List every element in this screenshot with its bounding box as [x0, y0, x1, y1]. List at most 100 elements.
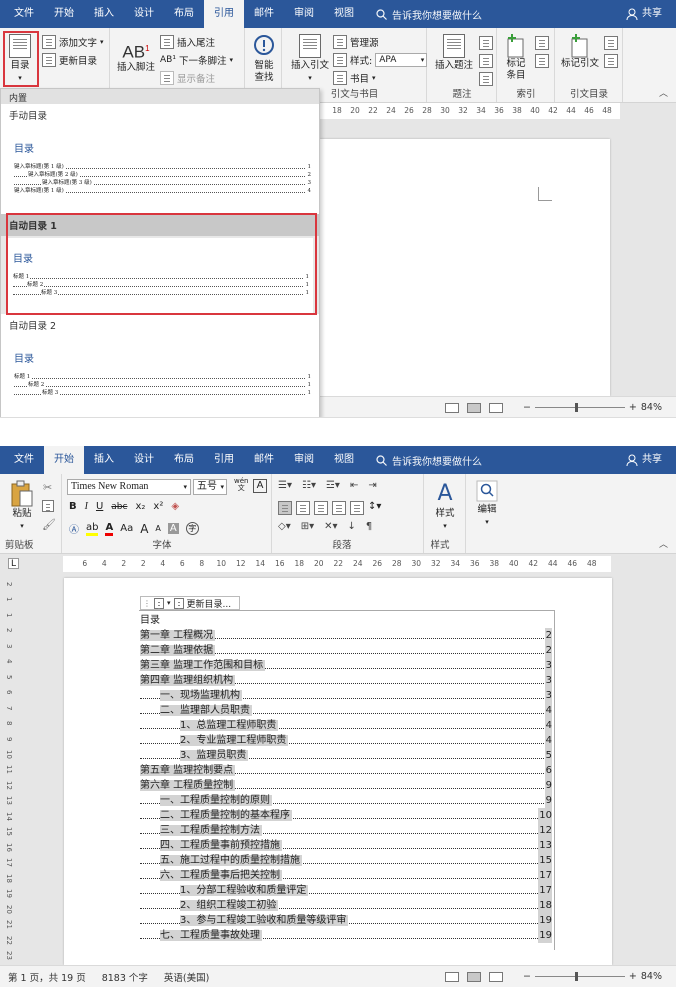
- tab-5[interactable]: 引用: [204, 446, 244, 474]
- zoom-slider[interactable]: [534, 972, 625, 981]
- toc-entry[interactable]: 第四章 监理组织机构 3: [140, 673, 552, 688]
- print-layout-icon[interactable]: [467, 971, 481, 982]
- update-index-icon[interactable]: [535, 54, 549, 68]
- copy-icon[interactable]: [42, 500, 54, 512]
- change-case-button[interactable]: Aa: [120, 523, 133, 534]
- language-indicator[interactable]: 英语(美国): [164, 970, 209, 984]
- web-layout-icon[interactable]: [489, 402, 503, 413]
- toc-entry[interactable]: 2、专业监理工程师职责 4: [140, 733, 552, 748]
- text-effects-icon[interactable]: Ⓐ: [69, 521, 79, 536]
- format-painter-icon[interactable]: 🖌: [42, 518, 56, 531]
- tab-3[interactable]: 设计: [124, 446, 164, 474]
- insert-authorities-icon[interactable]: [604, 36, 618, 50]
- insert-endnote-button[interactable]: 插入尾注: [160, 35, 215, 49]
- tab-7[interactable]: 审阅: [284, 0, 324, 28]
- toc-field-control[interactable]: ⋮ ▾ 更新目录...: [140, 596, 240, 610]
- tab-3[interactable]: 设计: [124, 0, 164, 28]
- borders-icon[interactable]: ⊞▾: [301, 521, 314, 532]
- tab-4[interactable]: 布局: [164, 446, 204, 474]
- toc-entry[interactable]: 七、工程质量事故处理 19: [140, 928, 552, 943]
- zoom-slider-knob[interactable]: [574, 403, 578, 412]
- font-name-select[interactable]: Times New Roman ▾: [67, 479, 191, 495]
- char-shading-icon[interactable]: A: [167, 523, 179, 534]
- tab-selector[interactable]: L: [8, 558, 19, 569]
- zoom-out-button[interactable]: −: [523, 402, 531, 413]
- toc-entry[interactable]: 一、现场监理机构 3: [140, 688, 552, 703]
- tab-6[interactable]: 邮件: [244, 446, 284, 474]
- toc-field[interactable]: 目录 第一章 工程概况 2 第二章 监理依据 2 第三章 监理工作范围和目标 3 第四章 监…: [140, 613, 552, 943]
- paste-button[interactable]: 粘贴 ▾: [6, 480, 38, 532]
- toc-entry[interactable]: 四、工程质量事前预控措施 13: [140, 838, 552, 853]
- insert-citation-button[interactable]: 插入引文 ▾: [288, 34, 332, 84]
- insert-index-icon[interactable]: [535, 36, 549, 50]
- next-footnote-button[interactable]: AB¹ 下一条脚注 ▾: [160, 53, 233, 67]
- toc-entry[interactable]: 二、工程质量控制的基本程序 10: [140, 808, 552, 823]
- increase-indent-icon[interactable]: ⇥: [368, 480, 376, 491]
- document-page[interactable]: ⋮ ▾ 更新目录... 目录 第一章 工程概况 2 第二章 监理依据 2 第三章 监理工…: [64, 578, 612, 965]
- tab-4[interactable]: 布局: [164, 0, 204, 28]
- read-mode-icon[interactable]: [445, 402, 459, 413]
- share-button[interactable]: 共享: [626, 0, 662, 28]
- underline-button[interactable]: U: [96, 501, 103, 512]
- styles-button[interactable]: A 样式 ▾: [428, 480, 462, 532]
- insert-table-of-figures-icon[interactable]: [479, 36, 493, 50]
- sort-icon[interactable]: ↓: [348, 521, 356, 532]
- zoom-slider-knob[interactable]: [574, 972, 578, 981]
- smart-lookup-button[interactable]: 智能 查找: [249, 34, 279, 84]
- show-marks-icon[interactable]: ¶: [366, 521, 372, 532]
- update-table-icon[interactable]: [479, 54, 493, 68]
- chevron-down-icon[interactable]: ▾: [167, 599, 171, 607]
- italic-button[interactable]: I: [85, 501, 88, 512]
- toc-entry[interactable]: 二、监理部人员职责 4: [140, 703, 552, 718]
- toc-entry[interactable]: 五、施工过程中的质量控制措施 15: [140, 853, 552, 868]
- toc-entry[interactable]: 六、工程质量事后把关控制 17: [140, 868, 552, 883]
- print-layout-icon[interactable]: [467, 402, 481, 413]
- clear-format-icon[interactable]: ◈: [171, 501, 179, 512]
- zoom-slider[interactable]: [534, 403, 625, 412]
- word-count[interactable]: 8183 个字: [102, 970, 148, 984]
- cross-reference-icon[interactable]: [479, 72, 493, 86]
- grow-font-button[interactable]: A: [140, 522, 148, 536]
- subscript-button[interactable]: x₂: [135, 501, 145, 512]
- zoom-in-button[interactable]: +: [629, 402, 637, 413]
- chinese-layout-icon[interactable]: ✕▾: [324, 521, 337, 532]
- mark-entry-button[interactable]: 标记 条目: [502, 34, 530, 82]
- font-color-icon[interactable]: A: [105, 522, 114, 536]
- update-toc-button[interactable]: 更新目录: [42, 53, 97, 67]
- align-right-icon[interactable]: [314, 501, 328, 515]
- update-toc-field-button[interactable]: 更新目录...: [187, 597, 232, 610]
- drag-handle-icon[interactable]: ⋮: [143, 599, 151, 608]
- read-mode-icon[interactable]: [445, 971, 459, 982]
- toc-entry[interactable]: 第六章 工程质量控制 9: [140, 778, 552, 793]
- toc-entry[interactable]: 第一章 工程概况 2: [140, 628, 552, 643]
- toc-entry[interactable]: 三、工程质量控制方法 12: [140, 823, 552, 838]
- tell-me-box[interactable]: 告诉我你想要做什么: [376, 453, 482, 468]
- tab-0[interactable]: 文件: [4, 446, 44, 474]
- zoom-out-button[interactable]: −: [523, 971, 531, 982]
- tab-5[interactable]: 引用: [204, 0, 244, 28]
- gallery-item-manual-toc[interactable]: 手动目录 目录 键入章标题(第 1 级) 1 键入章标题(第 2 级) 2 键入章标题(…: [1, 104, 319, 214]
- document-page[interactable]: [320, 139, 610, 396]
- toc-entry[interactable]: 第三章 监理工作范围和目标 3: [140, 658, 552, 673]
- zoom-level[interactable]: 84%: [641, 971, 662, 982]
- shading-icon[interactable]: ◇▾: [278, 521, 291, 532]
- insert-footnote-button[interactable]: AB1 插入脚注: [116, 36, 156, 74]
- highlight-icon[interactable]: ab: [86, 522, 99, 536]
- font-size-select[interactable]: 五号 ▾: [193, 479, 227, 495]
- toc-entry[interactable]: 3、参与工程竣工验收和质量等级评审 19: [140, 913, 552, 928]
- toc-entry[interactable]: 第五章 监理控制要点 6: [140, 763, 552, 778]
- tab-8[interactable]: 视图: [324, 0, 364, 28]
- phonetic-guide-button[interactable]: wén 文: [234, 478, 248, 492]
- toc-entry[interactable]: 1、分部工程验收和质量评定 17: [140, 883, 552, 898]
- update-authorities-icon[interactable]: [604, 54, 618, 68]
- toc-icon[interactable]: [154, 597, 164, 609]
- numbering-icon[interactable]: ☷▾: [302, 480, 316, 491]
- mark-citation-button[interactable]: 标记引文: [558, 34, 602, 70]
- char-border-icon[interactable]: A: [253, 479, 267, 493]
- collapse-ribbon-icon[interactable]: ︿: [659, 537, 668, 550]
- bold-button[interactable]: B: [69, 501, 77, 512]
- add-text-button[interactable]: 添加文字 ▾: [42, 35, 104, 49]
- multilevel-list-icon[interactable]: ☲▾: [326, 480, 340, 491]
- share-button[interactable]: 共享: [626, 446, 662, 474]
- gallery-item-auto-toc-2[interactable]: 自动目录 2 目录 标题 1 1 标题 2 1 标题 3 1: [1, 314, 319, 414]
